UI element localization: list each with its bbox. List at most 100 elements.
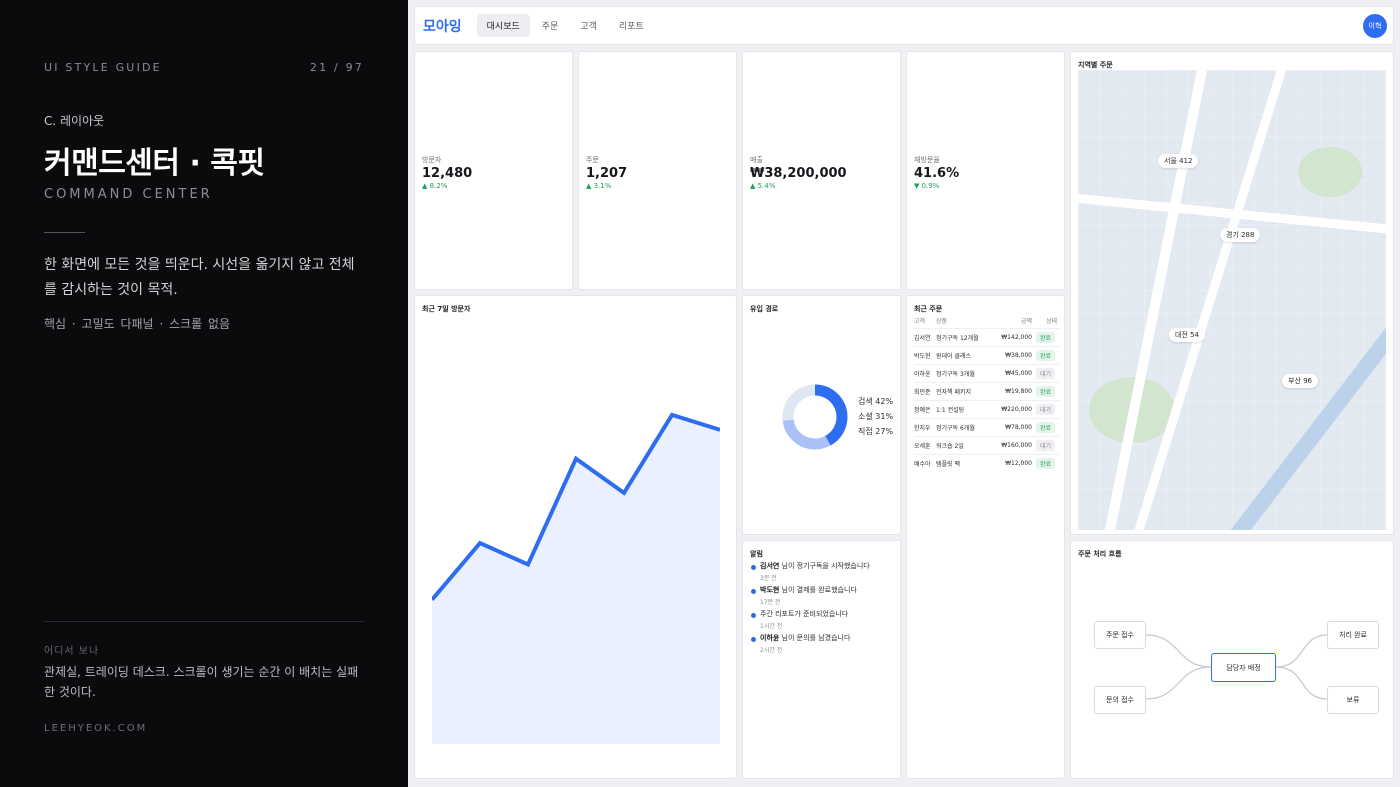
kpi-card-visitors: 방문자 12,480 ▲ 8.2% [414,51,573,290]
order-product: 1:1 컨설팅 [936,407,965,414]
visitors-chart-card: 최근 7일 방문자 [414,295,737,779]
order-flow-card: 주문 처리 흐름 주문 접수 문의 접수 담당자 배정 처리 완료 보류 [1070,540,1394,779]
order-amount: ₩220,000 [1001,406,1032,413]
traffic-donut-chart[interactable] [780,382,850,452]
list-item[interactable]: 박도현 님이 결제를 완료했습니다 17분 전 [750,585,896,609]
alert-user: 김서연 [760,562,780,570]
order-amount: ₩12,000 [1005,460,1032,467]
kpi-delta: ▲ 8.2% [422,182,448,190]
order-amount: ₩19,800 [1005,388,1032,395]
status-badge: 완료 [1036,386,1056,397]
kpi-label: 매출 [750,156,763,164]
status-badge: 대기 [1036,368,1056,379]
alerts-title: 알림 [750,550,763,558]
guide-subtitle: COMMAND CENTER [44,187,213,202]
alert-dot-icon [751,637,756,642]
kpi-value: 12,480 [422,166,473,181]
col-customer: 고객 [914,318,926,325]
legend-item-direct: 직접 27% [858,427,894,436]
page-counter: 21 / 97 [309,61,364,74]
alert-time: 3분 전 [760,575,777,582]
table-row[interactable]: 이하윤 정기구독 3개월 ₩45,000 대기 [914,364,1060,382]
alert-message: 님이 정기구독을 시작했습니다 [779,562,870,570]
map-title: 지역별 주문 [1078,61,1113,69]
order-product: 템플릿 팩 [936,461,960,468]
list-item[interactable]: 주간 리포트가 준비되었습니다 1시간 전 [750,609,896,633]
tab-reports[interactable]: 리포트 [609,14,654,37]
dashboard-app: 모아잉 대시보드 주문 고객 리포트 이혁 방문자 12,480 ▲ 8.2% … [408,0,1400,787]
guide-header: UI STYLE GUIDE 21 / 97 [44,61,364,74]
legend-item-social: 소셜 31% [858,412,894,421]
map-park [1298,147,1362,197]
map-pin-seoul[interactable]: 서울 412 [1158,154,1199,168]
flow-edge [1145,634,1212,668]
top-nav-bar: 모아잉 대시보드 주문 고객 리포트 이혁 [414,6,1394,45]
table-row[interactable]: 김서연 정기구독 12개월 ₩142,000 완료 [914,328,1060,346]
visitors-chart[interactable] [432,364,720,744]
visitors-data-point[interactable] [670,413,674,417]
flow-node-inquiry-received[interactable]: 문의 접수 [1094,686,1146,714]
flow-edge [1275,666,1328,700]
map-pin-daejeon[interactable]: 대전 54 [1169,328,1206,342]
order-product: 전자책 패키지 [936,389,972,396]
visitors-data-point[interactable] [478,541,482,545]
table-row[interactable]: 배수아 템플릿 팩 ₩12,000 완료 [914,454,1060,472]
series-label: UI STYLE GUIDE [44,61,162,74]
kpi-value: 1,207 [586,166,628,181]
app-logo[interactable]: 모아잉 [423,16,462,36]
where-label: 어디서 보나 [44,646,100,657]
visitors-data-point[interactable] [622,491,626,495]
order-product: 정기구독 12개월 [936,335,979,342]
flow-node-assign[interactable]: 담당자 배정 [1211,653,1276,682]
table-row[interactable]: 정예은 1:1 컨설팅 ₩220,000 대기 [914,400,1060,418]
flow-node-hold[interactable]: 보류 [1327,686,1379,714]
flow-node-done[interactable]: 처리 완료 [1327,621,1379,649]
alert-message: 님이 결제를 완료했습니다 [779,586,857,594]
tab-customers[interactable]: 고객 [570,14,607,37]
map-pin-busan[interactable]: 부산 96 [1282,374,1319,388]
map-graphic [1078,70,1386,530]
alerts-card: 알림 김서연 님이 정기구독을 시작했습니다 3분 전 박도현 님이 결제를 완료했… [742,540,901,779]
alert-time: 2시간 전 [760,647,783,654]
kpi-delta: ▼ 0.9% [914,182,940,190]
order-customer: 오세훈 [914,443,931,450]
visitors-data-point[interactable] [526,562,530,566]
legend-item-search: 검색 42% [858,397,894,406]
list-item[interactable]: 김서연 님이 정기구독을 시작했습니다 3분 전 [750,561,896,585]
orders-table-header: 고객 상품 금액 상태 [914,316,1060,325]
col-product: 상품 [936,318,948,325]
list-item[interactable]: 이하윤 님이 문의를 남겼습니다 2시간 전 [750,633,896,657]
order-customer: 정예은 [914,407,931,414]
recent-orders-card: 최근 주문 고객 상품 금액 상태 김서연 정기구독 12개월 ₩142,000 완료… [906,295,1065,779]
style-guide-panel: UI STYLE GUIDE 21 / 97 C. 레이아웃 커맨드센터 · 콕… [0,0,408,787]
table-row[interactable]: 한지우 정기구독 6개월 ₩78,000 완료 [914,418,1060,436]
alerts-list: 김서연 님이 정기구독을 시작했습니다 3분 전 박도현 님이 결제를 완료했습니다… [750,561,896,657]
status-badge: 완료 [1036,458,1056,469]
traffic-legend: 검색 42% 소셜 31% 직접 27% [858,394,893,439]
tab-dashboard[interactable]: 대시보드 [476,14,530,37]
tab-orders[interactable]: 주문 [532,14,569,37]
table-row[interactable]: 최민준 전자책 패키지 ₩19,800 완료 [914,382,1060,400]
order-customer: 배수아 [914,461,931,468]
map-pin-gyeonggi[interactable]: 경기 288 [1220,228,1261,242]
region-map[interactable]: 서울 412 경기 288 대전 54 부산 96 [1078,70,1386,530]
flow-node-order-received[interactable]: 주문 접수 [1094,621,1146,649]
alert-message: 주간 리포트가 준비되었습니다 [760,610,849,618]
kpi-card-return-rate: 재방문율 41.6% ▼ 0.9% [906,51,1065,290]
guide-keywords: 핵심 · 고밀도 다패널 · 스크롤 없음 [44,317,231,331]
user-avatar[interactable]: 이혁 [1363,14,1387,38]
footer-divider [44,621,364,622]
title-divider [44,232,85,233]
alert-dot-icon [751,589,756,594]
visitors-data-point[interactable] [574,457,578,461]
col-status: 상태 [1046,318,1058,325]
alert-dot-icon [751,565,756,570]
order-customer: 박도현 [914,353,931,360]
order-customer: 최민준 [914,389,931,396]
table-row[interactable]: 박도현 원데이 클래스 ₩38,000 완료 [914,346,1060,364]
guide-title: 커맨드센터 · 콕핏 [44,146,265,181]
table-row[interactable]: 오세훈 워크숍 2일 ₩160,000 대기 [914,436,1060,454]
order-amount: ₩38,000 [1005,352,1032,359]
order-customer: 한지우 [914,425,931,432]
order-amount: ₩142,000 [1001,334,1032,341]
